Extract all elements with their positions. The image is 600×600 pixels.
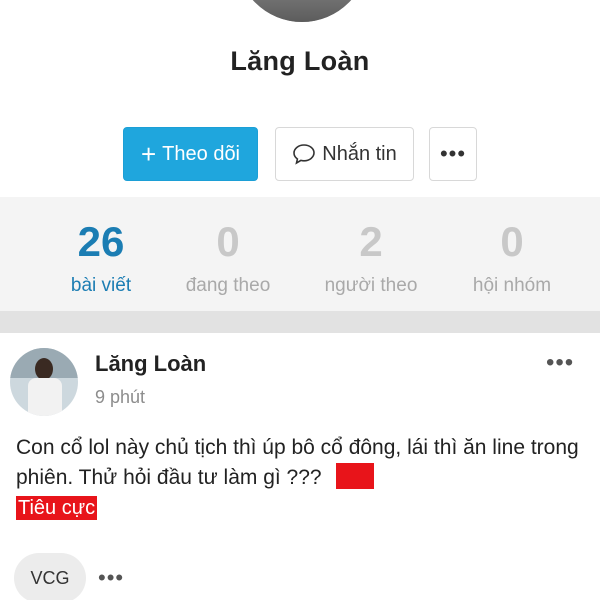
message-button[interactable]: Nhắn tin [275,127,414,181]
stat-groups[interactable]: 0 hội nhóm [437,217,587,297]
stat-followers[interactable]: 2 người theo [296,217,446,297]
profile-header: Lăng Loàn + Theo dõi Nhắn tin ••• [0,0,600,197]
post-card: Lăng Loàn 9 phút ••• Con cổ lol này chủ … [0,333,600,600]
sentiment-marker [335,463,374,489]
chat-bubble-icon [293,144,316,165]
stat-value: 2 [359,218,383,265]
follow-button[interactable]: + Theo dõi [123,127,258,181]
plus-icon: + [140,139,157,169]
profile-more-button[interactable]: ••• [429,127,477,181]
profile-name: Lăng Loàn [230,46,370,76]
footer-more-button[interactable]: ••• [98,565,124,591]
post-author-avatar[interactable] [10,348,78,416]
post-author-name[interactable]: Lăng Loàn [95,351,206,377]
post-content: Con cổ lol này chủ tịch thì úp bô cổ đôn… [16,433,584,523]
post-footer: VCG ••• [14,553,124,600]
follow-button-label: Theo dõi [162,142,241,165]
section-divider [0,311,600,333]
stat-label: người theo [324,275,418,296]
avatar-head [35,358,53,380]
post-more-button[interactable]: ••• [546,349,574,377]
post-timestamp: 9 phút [95,387,146,407]
post-text: Con cổ lol này chủ tịch thì úp bô cổ đôn… [16,436,579,489]
stat-label: hội nhóm [472,275,552,296]
message-button-label: Nhắn tin [322,142,397,165]
profile-stats: 26 bài viết 0 đang theo 2 người theo 0 h… [0,197,600,311]
stat-following[interactable]: 0 đang theo [153,217,303,297]
stat-value: 0 [500,218,524,265]
profile-avatar[interactable] [236,0,368,22]
sentiment-tag: Tiêu cực [16,496,98,520]
stat-value: 0 [216,218,240,265]
stock-tag-chip[interactable]: VCG [14,553,86,600]
avatar-photo [236,0,368,22]
avatar-body [28,378,62,416]
stat-label: đang theo [185,275,271,296]
